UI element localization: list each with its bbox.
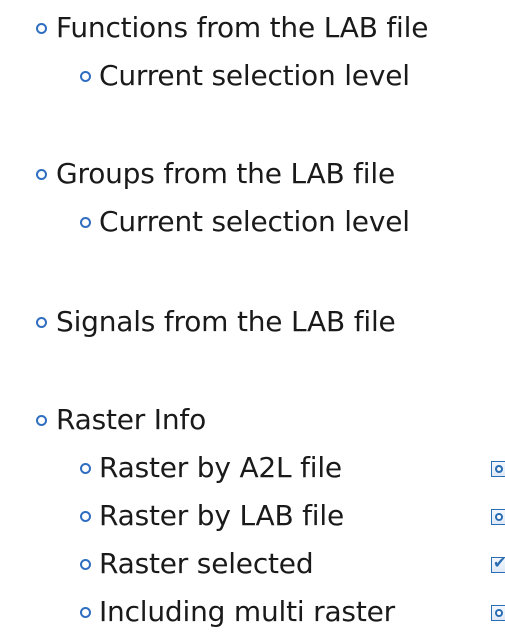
- sub-item-label: Raster by A2L file: [99, 451, 342, 484]
- bullet-icon: [36, 169, 47, 180]
- checkmark-icon: ✔: [493, 553, 505, 572]
- sub-item-label: Raster by LAB file: [99, 499, 344, 532]
- raster-lab-radio[interactable]: [491, 509, 505, 525]
- multi-raster-radio[interactable]: [491, 605, 505, 621]
- sub-item-label: Raster selected: [99, 547, 314, 580]
- bullet-icon: [36, 23, 47, 34]
- raster-a2l-radio[interactable]: [491, 461, 505, 477]
- sub-item-label: Current selection level: [99, 205, 410, 238]
- bullet-icon: [36, 317, 47, 328]
- bullet-icon: [80, 463, 91, 474]
- bullet-icon: [80, 511, 91, 522]
- list-item-label: Raster Info: [56, 403, 206, 436]
- radio-selected-icon: [495, 465, 503, 473]
- list-item-label: Functions from the LAB file: [56, 11, 429, 44]
- raster-selected-checkbox[interactable]: ✔: [491, 553, 505, 573]
- bullet-icon: [80, 559, 91, 570]
- bullet-icon: [36, 415, 47, 426]
- bullet-icon: [80, 607, 91, 618]
- radio-unselected-icon: [495, 609, 503, 617]
- list-item-label: Signals from the LAB file: [56, 305, 396, 338]
- sub-item-label: Current selection level: [99, 59, 410, 92]
- bullet-icon: [80, 217, 91, 228]
- list-item-label: Groups from the LAB file: [56, 157, 395, 190]
- bullet-icon: [80, 71, 91, 82]
- sub-item-label: Including multi raster: [99, 595, 395, 628]
- radio-unselected-icon: [495, 513, 503, 521]
